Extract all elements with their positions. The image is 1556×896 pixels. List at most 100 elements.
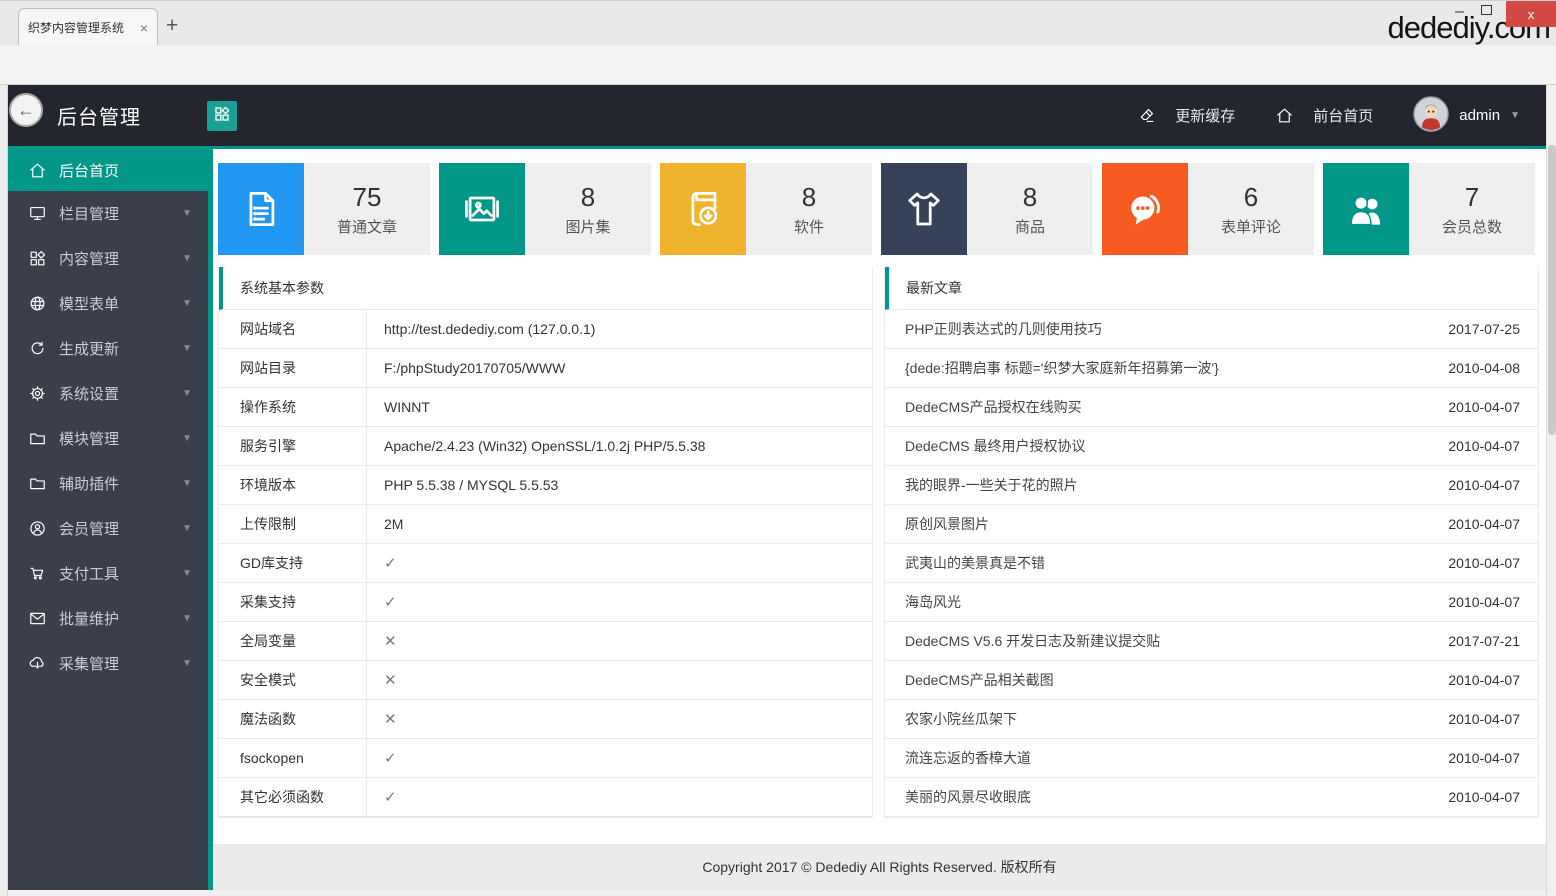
article-title[interactable]: 美丽的风景尽收眼底: [885, 787, 1031, 807]
article-title[interactable]: 武夷山的美景真是不错: [885, 553, 1045, 573]
article-row[interactable]: DedeCMS产品授权在线购买 2010-04-07: [885, 388, 1538, 427]
stat-label: 表单评论: [1221, 216, 1281, 237]
chevron-down-icon: ▼: [182, 388, 192, 399]
article-row[interactable]: 我的眼界-一些关于花的照片 2010-04-07: [885, 466, 1538, 505]
article-title[interactable]: DedeCMS产品相关截图: [885, 670, 1054, 690]
sidebar-item-模块管理[interactable]: 模块管理▼: [8, 416, 208, 461]
article-title[interactable]: DedeCMS产品授权在线购买: [885, 397, 1082, 417]
article-row[interactable]: 海岛风光 2010-04-07: [885, 583, 1538, 622]
stat-value: 7: [1465, 182, 1479, 213]
article-icon: [218, 163, 304, 255]
sidebar-item-label: 模型表单: [59, 293, 119, 314]
browser-tab[interactable]: 织梦内容管理系统 ×: [18, 8, 158, 46]
param-value: ✕: [367, 700, 872, 738]
window-edge: [8, 890, 1546, 896]
comment-icon: [1102, 163, 1188, 255]
new-tab-button[interactable]: +: [166, 14, 178, 38]
stat-card-普通文章[interactable]: 75 普通文章: [218, 163, 430, 255]
tab-close-icon[interactable]: ×: [140, 20, 148, 36]
sidebar-item-内容管理[interactable]: 内容管理▼: [8, 236, 208, 281]
article-date: 2010-04-08: [1448, 360, 1538, 376]
article-title[interactable]: PHP正则表达式的几则使用技巧: [885, 319, 1102, 339]
article-row[interactable]: 农家小院丝瓜架下2010-04-07: [885, 700, 1538, 739]
stat-card-软件[interactable]: 8软件: [660, 163, 872, 255]
front-home-button[interactable]: 前台首页: [1275, 105, 1373, 126]
stat-label: 软件: [794, 216, 824, 237]
chevron-down-icon: ▼: [182, 208, 192, 219]
stat-card-商品[interactable]: 8商品: [881, 163, 1093, 255]
sidebar-item-辅助插件[interactable]: 辅助插件▼: [8, 461, 208, 506]
modules-icon: [28, 249, 48, 269]
article-date: 2010-04-07: [1448, 477, 1538, 493]
article-title[interactable]: 我的眼界-一些关于花的照片: [885, 475, 1078, 495]
close-button[interactable]: x: [1506, 1, 1556, 27]
article-date: 2010-04-07: [1448, 750, 1538, 766]
param-value: F:/phpStudy20170705/WWW: [367, 349, 872, 387]
system-params-panel: 系统基本参数 网站域名http://test.dedediy.com (127.…: [218, 267, 873, 818]
param-label: 魔法函数: [219, 700, 367, 738]
article-row[interactable]: {dede:招聘启事 标题='织梦大家庭新年招募第一波'} 2010-04-08: [885, 349, 1538, 388]
article-title[interactable]: {dede:招聘启事 标题='织梦大家庭新年招募第一波'}: [885, 358, 1219, 378]
chevron-down-icon: ▼: [182, 298, 192, 309]
sidebar-item-模型表单[interactable]: 模型表单 ▼: [8, 281, 208, 326]
sidebar-item-系统设置[interactable]: 系统设置▼: [8, 371, 208, 416]
chevron-down-icon: ▼: [182, 478, 192, 489]
article-row[interactable]: 武夷山的美景真是不错 2010-04-07: [885, 544, 1538, 583]
sidebar-item-后台首页[interactable]: 后台首页: [8, 149, 208, 191]
article-date: 2010-04-07: [1448, 516, 1538, 532]
article-row[interactable]: 美丽的风景尽收眼底2010-04-07: [885, 778, 1538, 817]
stat-card-图片集[interactable]: 8图片集: [439, 163, 651, 255]
article-date: 2010-04-07: [1448, 438, 1538, 454]
cart-icon: [28, 564, 48, 584]
article-row[interactable]: DedeCMS 最终用户授权协议 2010-04-07: [885, 427, 1538, 466]
article-title[interactable]: 流连忘返的香樟大道: [885, 748, 1031, 768]
param-value: ✕: [367, 622, 872, 660]
maximize-button[interactable]: [1481, 5, 1492, 15]
article-row[interactable]: PHP正则表达式的几则使用技巧2017-07-25: [885, 310, 1538, 349]
table-row: 网站域名http://test.dedediy.com (127.0.0.1): [219, 310, 872, 349]
stat-card-会员总数[interactable]: 7会员总数: [1323, 163, 1535, 255]
sidebar-item-支付工具[interactable]: 支付工具▼: [8, 551, 208, 596]
article-title[interactable]: DedeCMS V5.6 开发日志及新建议提交贴: [885, 631, 1160, 651]
sidebar-item-栏目管理[interactable]: 栏目管理 ▼: [8, 191, 208, 236]
gear-icon: [28, 384, 48, 404]
article-row[interactable]: 流连忘返的香樟大道 2010-04-07: [885, 739, 1538, 778]
sidebar-item-生成更新[interactable]: 生成更新▼: [8, 326, 208, 371]
modules-toggle-button[interactable]: [207, 101, 237, 131]
page-title: 后台管理: [57, 101, 141, 130]
article-date: 2010-04-07: [1448, 594, 1538, 610]
stat-label: 普通文章: [337, 216, 397, 237]
home-icon: [1275, 106, 1295, 126]
article-title[interactable]: 海岛风光: [885, 592, 961, 612]
scrollbar-thumb[interactable]: [1548, 145, 1556, 435]
sidebar-item-label: 模块管理: [59, 428, 119, 449]
article-title[interactable]: 原创风景图片: [885, 514, 989, 534]
sidebar-item-采集管理[interactable]: 采集管理▼: [8, 641, 208, 686]
refresh-cache-button[interactable]: 更新缓存: [1137, 105, 1235, 126]
page-scrollbar[interactable]: [1546, 85, 1556, 896]
table-row: 采集支持✓: [219, 583, 872, 622]
table-row: fsockopen✓: [219, 739, 872, 778]
table-row: 服务引擎Apache/2.4.23 (Win32) OpenSSL/1.0.2j…: [219, 427, 872, 466]
table-row: 操作系统WINNT: [219, 388, 872, 427]
sidebar-item-批量维护[interactable]: 批量维护▼: [8, 596, 208, 641]
user-menu[interactable]: admin ▼: [1413, 96, 1520, 136]
article-row[interactable]: 原创风景图片 2010-04-07: [885, 505, 1538, 544]
stat-card-body: 8软件: [746, 163, 872, 255]
article-row[interactable]: DedeCMS V5.6 开发日志及新建议提交贴2017-07-21: [885, 622, 1538, 661]
stat-card-表单评论[interactable]: 6表单评论: [1102, 163, 1314, 255]
minimize-button[interactable]: –: [1455, 3, 1464, 21]
article-title[interactable]: 农家小院丝瓜架下: [885, 709, 1017, 729]
article-date: 2010-04-07: [1448, 555, 1538, 571]
param-value: http://test.dedediy.com (127.0.0.1): [367, 310, 872, 348]
stat-value: 75: [353, 182, 382, 213]
sidebar-item-label: 栏目管理: [59, 203, 119, 224]
article-title[interactable]: DedeCMS 最终用户授权协议: [885, 436, 1085, 456]
sidebar-item-label: 生成更新: [59, 338, 119, 359]
param-value: Apache/2.4.23 (Win32) OpenSSL/1.0.2j PHP…: [367, 427, 872, 465]
window-edge: [0, 85, 8, 896]
article-date: 2010-04-07: [1448, 399, 1538, 415]
back-button[interactable]: ←: [9, 93, 43, 127]
sidebar-item-会员管理[interactable]: 会员管理▼: [8, 506, 208, 551]
article-row[interactable]: DedeCMS产品相关截图2010-04-07: [885, 661, 1538, 700]
